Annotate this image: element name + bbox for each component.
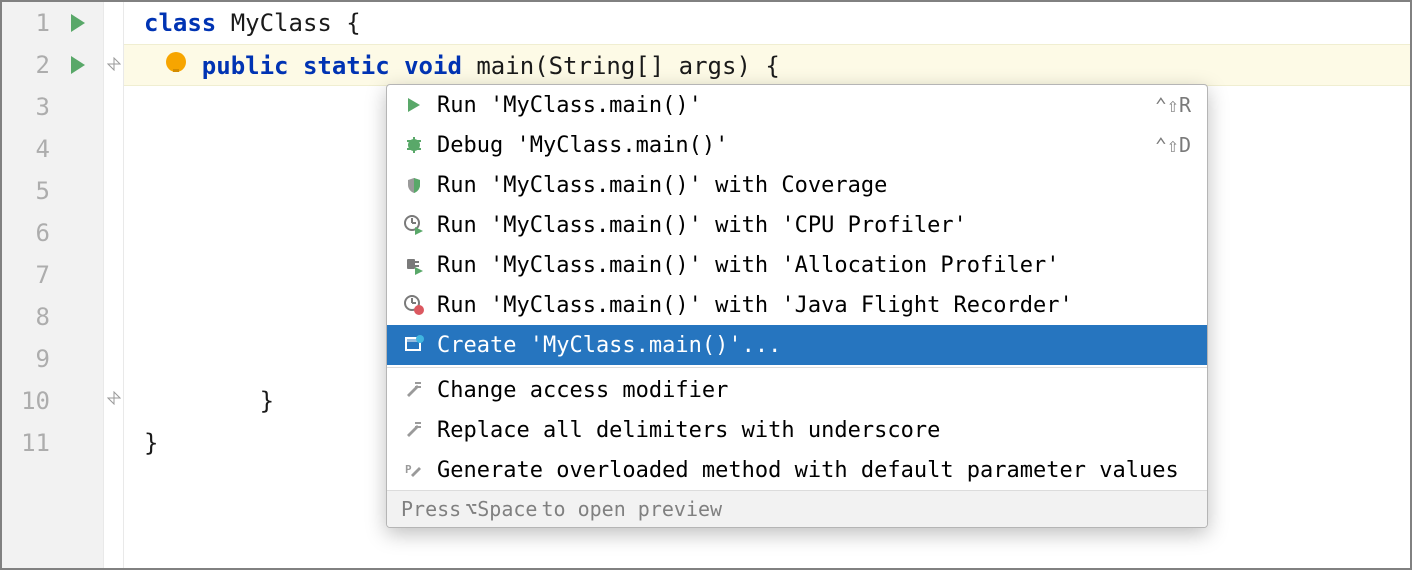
run-icon bbox=[403, 94, 425, 116]
code-line[interactable]: class MyClass { bbox=[124, 2, 1410, 44]
menu-item-create-config[interactable]: Create 'MyClass.main()'... bbox=[387, 325, 1207, 365]
footer-text: to open preview bbox=[541, 497, 722, 521]
popup-footer-hint: Press ⌥Space to open preview bbox=[387, 490, 1207, 527]
menu-item-label: Run 'MyClass.main()' bbox=[437, 93, 1143, 118]
intention-icon bbox=[403, 419, 425, 441]
menu-item-label: Generate overloaded method with default … bbox=[437, 458, 1191, 483]
menu-item-shortcut: ⌃⇧R bbox=[1155, 93, 1191, 117]
coverage-icon bbox=[403, 174, 425, 196]
menu-item-coverage[interactable]: Run 'MyClass.main()' with Coverage bbox=[387, 165, 1207, 205]
code-area[interactable]: class MyClass { public static void main(… bbox=[124, 2, 1410, 568]
line-number: 9 bbox=[2, 345, 58, 373]
line-number: 10 bbox=[2, 387, 58, 415]
line-number: 3 bbox=[2, 93, 58, 121]
menu-item-replace-delimiters[interactable]: Replace all delimiters with underscore bbox=[387, 410, 1207, 450]
line-number: 2 bbox=[2, 51, 58, 79]
intention-icon bbox=[403, 379, 425, 401]
fold-marker-collapse-icon[interactable] bbox=[106, 390, 122, 406]
svg-text:P: P bbox=[405, 463, 412, 476]
line-number: 4 bbox=[2, 135, 58, 163]
menu-item-label: Debug 'MyClass.main()' bbox=[437, 133, 1143, 158]
menu-item-label: Replace all delimiters with underscore bbox=[437, 418, 1191, 443]
gutter: 1 2 3 4 5 6 7 8 9 10 11 bbox=[2, 2, 124, 568]
line-number: 8 bbox=[2, 303, 58, 331]
intention-actions-popup: Run 'MyClass.main()' ⌃⇧R Debug 'MyClass.… bbox=[386, 84, 1208, 528]
intention-params-icon: P bbox=[403, 459, 425, 481]
clock-run-icon bbox=[403, 214, 425, 236]
code-editor: 1 2 3 4 5 6 7 8 9 10 11 class MyClass { … bbox=[2, 2, 1410, 568]
line-number: 11 bbox=[2, 429, 58, 457]
menu-item-label: Run 'MyClass.main()' with 'Java Flight R… bbox=[437, 293, 1191, 318]
line-number: 7 bbox=[2, 261, 58, 289]
fold-strip bbox=[103, 2, 123, 568]
line-number: 1 bbox=[2, 9, 58, 37]
menu-item-label: Change access modifier bbox=[437, 378, 1191, 403]
gutter-run-icon[interactable] bbox=[58, 56, 98, 74]
debug-icon bbox=[403, 134, 425, 156]
fold-marker-collapse-icon[interactable] bbox=[106, 56, 122, 72]
clock-record-icon bbox=[403, 294, 425, 316]
menu-item-generate-overloaded[interactable]: P Generate overloaded method with defaul… bbox=[387, 450, 1207, 490]
menu-item-label: Run 'MyClass.main()' with 'Allocation Pr… bbox=[437, 253, 1191, 278]
menu-item-run[interactable]: Run 'MyClass.main()' ⌃⇧R bbox=[387, 85, 1207, 125]
code-line-current[interactable]: public static void main(String[] args) { bbox=[124, 44, 1410, 86]
menu-item-change-access[interactable]: Change access modifier bbox=[387, 370, 1207, 410]
menu-item-debug[interactable]: Debug 'MyClass.main()' ⌃⇧D bbox=[387, 125, 1207, 165]
plug-run-icon bbox=[403, 254, 425, 276]
line-number: 5 bbox=[2, 177, 58, 205]
menu-item-shortcut: ⌃⇧D bbox=[1155, 133, 1191, 157]
line-number: 6 bbox=[2, 219, 58, 247]
intention-bulb-icon[interactable] bbox=[164, 50, 188, 74]
menu-item-cpu-profiler[interactable]: Run 'MyClass.main()' with 'CPU Profiler' bbox=[387, 205, 1207, 245]
menu-item-label: Run 'MyClass.main()' with 'CPU Profiler' bbox=[437, 213, 1191, 238]
menu-item-alloc-profiler[interactable]: Run 'MyClass.main()' with 'Allocation Pr… bbox=[387, 245, 1207, 285]
menu-separator bbox=[387, 367, 1207, 368]
menu-item-jfr-profiler[interactable]: Run 'MyClass.main()' with 'Java Flight R… bbox=[387, 285, 1207, 325]
menu-item-label: Run 'MyClass.main()' with Coverage bbox=[437, 173, 1191, 198]
footer-text: Press bbox=[401, 497, 461, 521]
footer-shortcut: ⌥Space bbox=[465, 497, 537, 521]
menu-item-label: Create 'MyClass.main()'... bbox=[437, 333, 1191, 358]
create-config-icon bbox=[403, 334, 425, 356]
gutter-run-icon[interactable] bbox=[58, 14, 98, 32]
